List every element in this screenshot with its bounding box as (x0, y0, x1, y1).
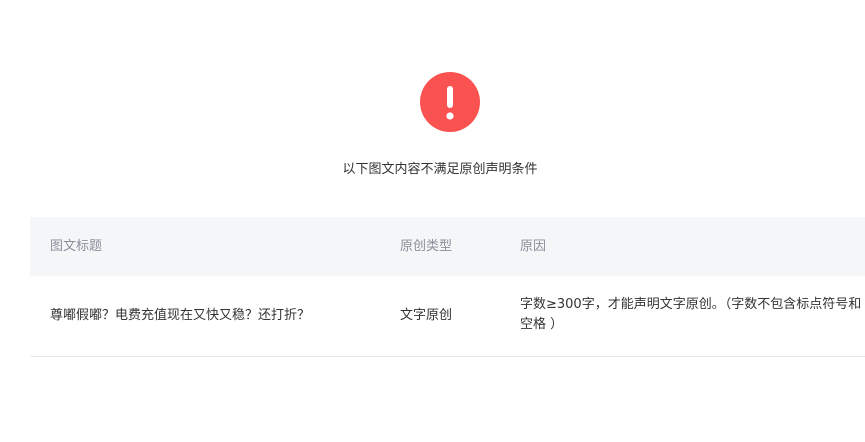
originality-check-dialog: 以下图文内容不满足原创声明条件 图文标题 原创类型 原因 尊嘟假嘟？电费充值现在… (0, 0, 865, 442)
exclamation-circle-icon (420, 72, 480, 132)
column-header-title: 图文标题 (50, 239, 103, 254)
table-row: 尊嘟假嘟？电费充值现在又快又稳？还打折？ 文字原创 字数≥300字，才能声明文字… (30, 276, 865, 357)
column-header-type: 原创类型 (400, 239, 453, 254)
table-header: 图文标题 原创类型 原因 (30, 217, 865, 276)
column-header-reason: 原因 (520, 239, 547, 254)
article-title: 尊嘟假嘟？电费充值现在又快又稳？还打折？ (50, 308, 311, 323)
originality-type: 文字原创 (400, 308, 453, 323)
status-message: 以下图文内容不满足原创声明条件 (342, 162, 538, 177)
ineligible-articles-table: 图文标题 原创类型 原因 尊嘟假嘟？电费充值现在又快又稳？还打折？ 文字原创 字… (30, 217, 865, 357)
rejection-reason: 字数≥300字，才能声明文字原创。（字数不包含标点符号和空格 ） (520, 297, 862, 332)
